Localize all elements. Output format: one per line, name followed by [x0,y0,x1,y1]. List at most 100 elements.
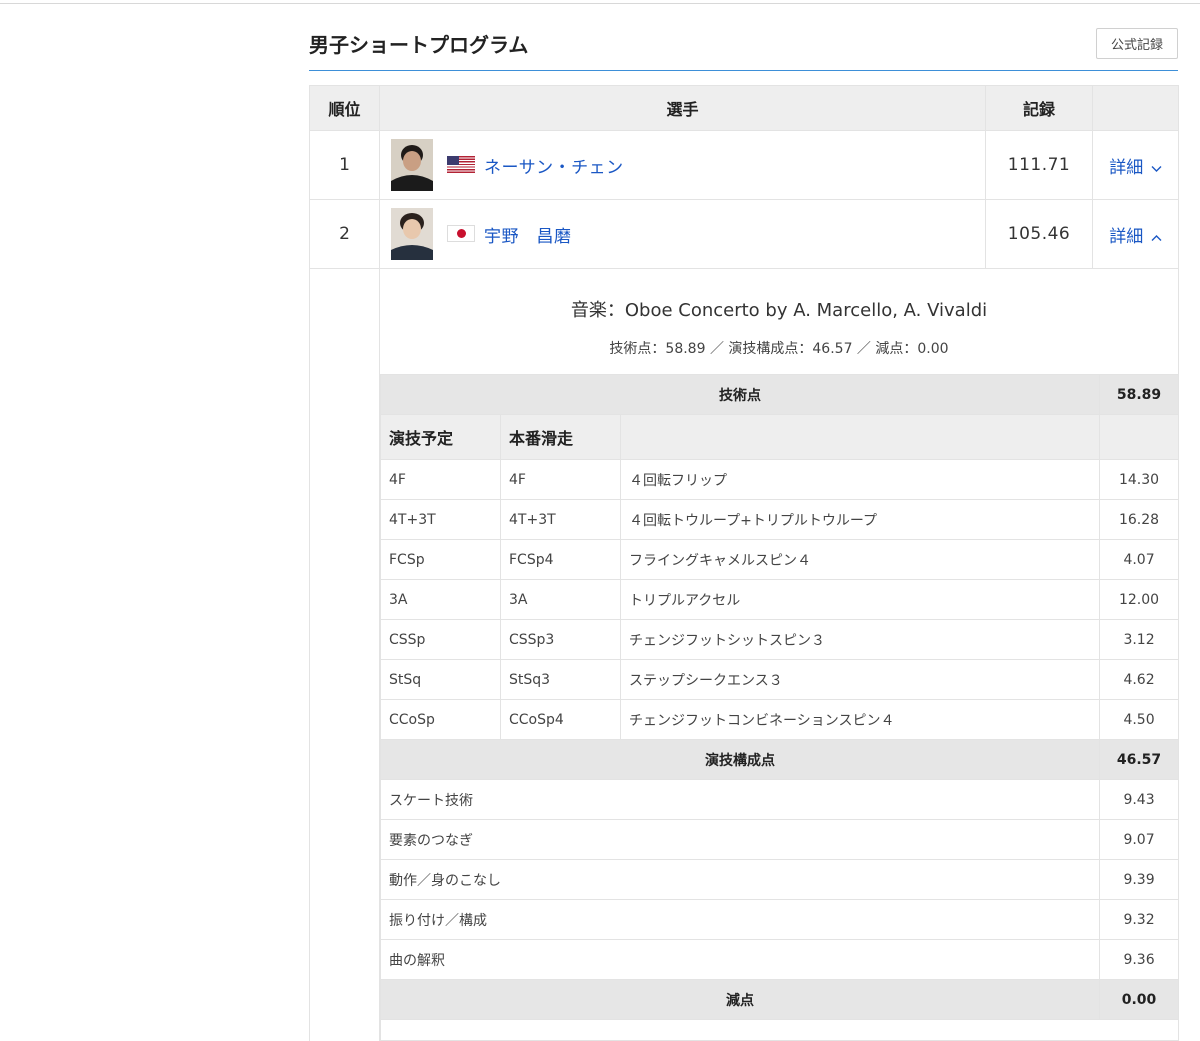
planned-element: 4F [381,460,501,500]
table-row: スケート技術 9.43 [381,780,1179,820]
component-name: スケート技術 [381,780,1100,820]
table-row: 要素のつなぎ 9.07 [381,820,1179,860]
rank-header: 順位 [310,86,380,131]
planned-header: 演技予定 [381,415,501,460]
element-score: 12.00 [1100,580,1179,620]
detail-toggle-button[interactable]: 詳細 [1093,131,1179,200]
table-row: StSq StSq3 ステップシークエンス３ 4.62 [381,660,1179,700]
executed-element: StSq3 [501,660,621,700]
table-row: 4F 4F ４回転フリップ 14.30 [381,460,1179,500]
results-section: 男子ショートプログラム 公式記録 順位 選手 記録 1 [309,0,1178,1041]
planned-element: CSSp [381,620,501,660]
component-score: 9.36 [1100,940,1179,980]
detail-row: 音楽：Oboe Concerto by A. Marcello, A. Viva… [310,269,1179,1041]
detail-label: 詳細 [1109,158,1143,178]
element-name: トリプルアクセル [621,580,1100,620]
score-cell: 111.71 [986,131,1093,200]
component-name: 動作／身のこなし [381,860,1100,900]
us-flag-icon [447,156,475,173]
athlete-header: 選手 [380,86,986,131]
element-name: フライングキャメルスピン４ [621,540,1100,580]
deductions-label: 減点 [381,980,1100,1020]
element-name: チェンジフットシットスピン３ [621,620,1100,660]
deductions-total: 0.00 [1100,980,1179,1020]
score-breakdown-table: 技術点 58.89 演技予定 本番滑走 4F 4F ４回転フリップ 14.30 [380,374,1179,1041]
music-info: 音楽：Oboe Concerto by A. Marcello, A. Viva… [380,296,1178,322]
element-name-header [621,415,1100,460]
technical-label: 技術点 [381,375,1100,415]
element-name: ４回転フリップ [621,460,1100,500]
athlete-cell: 宇野 昌磨 [380,200,986,269]
component-name: 曲の解釈 [381,940,1100,980]
element-score: 3.12 [1100,620,1179,660]
planned-element: StSq [381,660,501,700]
executed-element: CCoSp4 [501,700,621,740]
rank-cell: 2 [310,200,380,269]
table-row: 3A 3A トリプルアクセル 12.00 [381,580,1179,620]
technical-total-row: 技術点 58.89 [381,375,1179,415]
element-score: 4.07 [1100,540,1179,580]
athlete-cell: ネーサン・チェン [380,131,986,200]
athlete-name-link[interactable]: 宇野 昌磨 [484,222,572,247]
element-score-header [1100,415,1179,460]
table-row: 2 宇野 昌磨 105.46 詳細 [310,200,1179,269]
component-score: 9.07 [1100,820,1179,860]
jp-flag-icon [447,225,475,242]
table-row: CSSp CSSp3 チェンジフットシットスピン３ 3.12 [381,620,1179,660]
table-header-row: 順位 選手 記録 [310,86,1179,131]
component-score: 9.43 [1100,780,1179,820]
score-cell: 105.46 [986,200,1093,269]
table-row [381,1020,1179,1041]
executed-element: 4T+3T [501,500,621,540]
athlete-photo [391,208,433,260]
table-row: 振り付け／構成 9.32 [381,900,1179,940]
executed-element: 4F [501,460,621,500]
results-table: 順位 選手 記録 1 ネーサン・チェン 111.71 [309,85,1179,1041]
component-name: 振り付け／構成 [381,900,1100,940]
score-header: 記録 [986,86,1093,131]
components-label: 演技構成点 [381,740,1100,780]
element-name: チェンジフットコンビネーションスピン４ [621,700,1100,740]
section-title: 男子ショートプログラム [309,29,528,58]
component-score: 9.39 [1100,860,1179,900]
detail-panel: 音楽：Oboe Concerto by A. Marcello, A. Viva… [380,269,1179,1041]
table-row: 1 ネーサン・チェン 111.71 詳細 [310,131,1179,200]
element-name: ステップシークエンス３ [621,660,1100,700]
athlete-name-link[interactable]: ネーサン・チェン [484,153,624,178]
executed-header: 本番滑走 [501,415,621,460]
element-name: ４回転トウループ+トリプルトウループ [621,500,1100,540]
planned-element: 4T+3T [381,500,501,540]
rank-cell: 1 [310,131,380,200]
table-row: 動作／身のこなし 9.39 [381,860,1179,900]
technical-total: 58.89 [1100,375,1179,415]
executed-element: CSSp3 [501,620,621,660]
planned-element: CCoSp [381,700,501,740]
detail-spacer [310,269,380,1041]
component-name: 要素のつなぎ [381,820,1100,860]
element-score: 16.28 [1100,500,1179,540]
planned-element: 3A [381,580,501,620]
element-header-row: 演技予定 本番滑走 [381,415,1179,460]
components-total-row: 演技構成点 46.57 [381,740,1179,780]
deductions-total-row: 減点 0.00 [381,980,1179,1020]
table-row: FCSp FCSp4 フライングキャメルスピン４ 4.07 [381,540,1179,580]
table-row: 4T+3T 4T+3T ４回転トウループ+トリプルトウループ 16.28 [381,500,1179,540]
athlete-photo [391,139,433,191]
chevron-up-icon [1143,227,1161,247]
element-score: 4.62 [1100,660,1179,700]
table-filler [381,1020,1179,1041]
detail-header [1093,86,1179,131]
section-header: 男子ショートプログラム 公式記録 [309,0,1178,71]
table-row: 曲の解釈 9.36 [381,940,1179,980]
detail-label: 詳細 [1109,227,1143,247]
element-score: 4.50 [1100,700,1179,740]
planned-element: FCSp [381,540,501,580]
component-score: 9.32 [1100,900,1179,940]
table-row: CCoSp CCoSp4 チェンジフットコンビネーションスピン４ 4.50 [381,700,1179,740]
executed-element: 3A [501,580,621,620]
executed-element: FCSp4 [501,540,621,580]
chevron-down-icon [1143,158,1161,178]
detail-toggle-button[interactable]: 詳細 [1093,200,1179,269]
official-record-button[interactable]: 公式記録 [1096,28,1178,59]
score-summary: 技術点：58.89 ／ 演技構成点：46.57 ／ 減点：0.00 [380,338,1178,358]
